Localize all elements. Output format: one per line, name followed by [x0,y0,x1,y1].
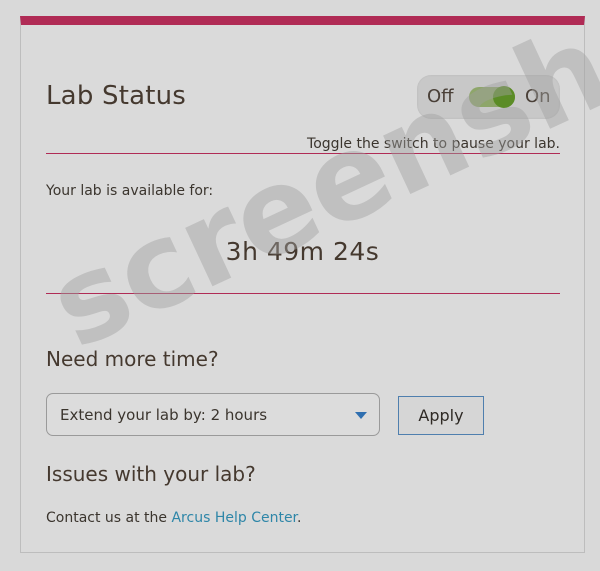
toggle-off-label: Off [427,86,454,107]
issues-heading: Issues with your lab? [46,462,256,486]
time-remaining: 3h 49m 24s [225,237,380,266]
help-center-link[interactable]: Arcus Help Center [171,510,297,526]
extend-lab-select-text: Extend your lab by: 2 hours [60,406,268,424]
toggle-hint: Toggle the switch to pause your lab. [307,136,560,152]
chevron-down-icon [355,412,367,419]
lab-status-panel: Lab Status Off On Toggle the switch to p… [20,16,585,553]
lab-pause-toggle-group: Off On [417,75,560,119]
lab-pause-toggle[interactable] [469,86,515,108]
contact-text: Contact us at the Arcus Help Center. [46,510,302,526]
availability-label: Your lab is available for: [46,183,214,199]
toggle-on-label: On [525,86,551,107]
lab-status-title: Lab Status [46,81,187,111]
divider [46,153,560,154]
apply-button[interactable]: Apply [398,396,484,435]
toggle-knob [493,86,515,108]
divider [46,293,560,294]
need-more-time-heading: Need more time? [46,347,219,371]
extend-lab-select[interactable]: Extend your lab by: 2 hours [46,393,380,436]
